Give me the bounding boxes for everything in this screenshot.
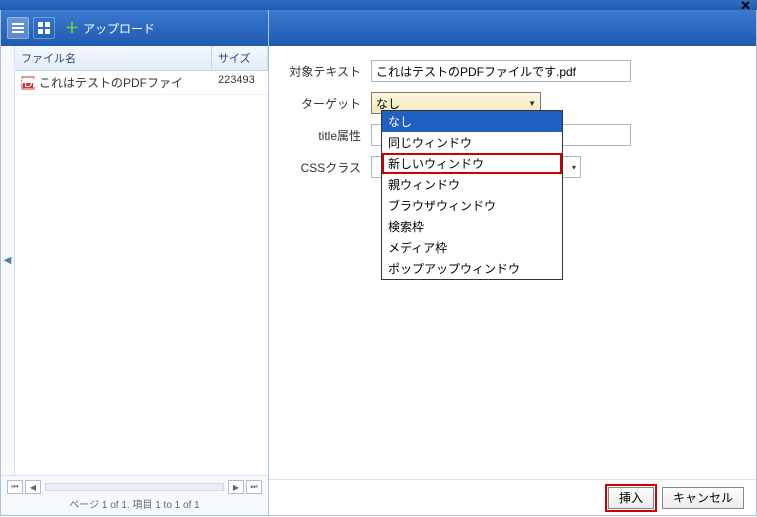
view-grid-button[interactable] bbox=[33, 17, 55, 39]
dropdown-item-search-frame[interactable]: 検索枠 bbox=[382, 216, 562, 237]
right-toolbar bbox=[269, 10, 756, 46]
form-area: 対象テキスト ターゲット なし ▼ title属性 CSSクラス ▾ bbox=[269, 46, 756, 479]
dialog-body: ＋ アップロード ◀ ファイル名 サイズ PDF これはテストのPDFファイ bbox=[0, 10, 757, 516]
pager-next-button[interactable]: ▶ bbox=[228, 480, 244, 494]
pager-prev-button[interactable]: ◀ bbox=[25, 480, 41, 494]
pager-spacer bbox=[45, 483, 224, 491]
label-title-attr: title属性 bbox=[287, 127, 371, 144]
target-combo-value: なし bbox=[376, 95, 400, 112]
view-list-button[interactable] bbox=[7, 17, 29, 39]
pager-first-button[interactable]: ⏮ bbox=[7, 480, 23, 494]
label-target: ターゲット bbox=[287, 95, 371, 112]
left-toolbar: ＋ アップロード bbox=[1, 10, 268, 46]
collapse-toggle[interactable]: ◀ bbox=[1, 46, 15, 475]
pager: ⏮ ◀ ▶ ⏭ ページ 1 of 1. 項目 1 to 1 of 1 bbox=[1, 475, 268, 515]
upload-label: アップロード bbox=[83, 20, 155, 37]
cancel-button[interactable]: キャンセル bbox=[662, 487, 744, 509]
dropdown-item-same-window[interactable]: 同じウィンドウ bbox=[382, 132, 562, 153]
chevron-down-icon: ▾ bbox=[572, 163, 576, 172]
grid-wrap: ◀ ファイル名 サイズ PDF これはテストのPDFファイ 223493 bbox=[1, 46, 268, 475]
header-size[interactable]: サイズ bbox=[212, 46, 268, 70]
dropdown-item-parent-window[interactable]: 親ウィンドウ bbox=[382, 174, 562, 195]
svg-text:PDF: PDF bbox=[21, 76, 35, 90]
pager-nav: ⏮ ◀ ▶ ⏭ bbox=[7, 480, 262, 494]
row-target-text: 対象テキスト bbox=[287, 60, 738, 82]
upload-button[interactable]: ＋ アップロード bbox=[59, 16, 161, 40]
header-filename[interactable]: ファイル名 bbox=[15, 46, 212, 70]
target-text-input[interactable] bbox=[371, 60, 631, 82]
pager-last-button[interactable]: ⏭ bbox=[246, 480, 262, 494]
label-target-text: 対象テキスト bbox=[287, 63, 371, 80]
grid-header: ファイル名 サイズ bbox=[15, 46, 268, 71]
chevron-down-icon: ▼ bbox=[528, 99, 536, 108]
table-row[interactable]: PDF これはテストのPDFファイ 223493 bbox=[15, 71, 268, 95]
dropdown-item-new-window[interactable]: 新しいウィンドウ bbox=[382, 153, 562, 174]
file-size-cell: 223493 bbox=[212, 71, 268, 94]
dropdown-item-popup-window[interactable]: ポップアップウィンドウ bbox=[382, 258, 562, 279]
pager-text: ページ 1 of 1. 項目 1 to 1 of 1 bbox=[69, 496, 199, 511]
dropdown-item-media-frame[interactable]: メディア枠 bbox=[382, 237, 562, 258]
file-name-cell: これはテストのPDFファイ bbox=[39, 74, 183, 91]
close-icon[interactable]: ✕ bbox=[740, 0, 751, 14]
pdf-icon: PDF bbox=[21, 76, 35, 90]
insert-button[interactable]: 挿入 bbox=[608, 487, 654, 509]
left-pane: ＋ アップロード ◀ ファイル名 サイズ PDF これはテストのPDFファイ bbox=[1, 10, 269, 515]
dropdown-item-none[interactable]: なし bbox=[382, 111, 562, 132]
file-grid: ファイル名 サイズ PDF これはテストのPDFファイ 223493 bbox=[15, 46, 268, 475]
footer: 挿入 キャンセル bbox=[269, 479, 756, 515]
label-css-class: CSSクラス bbox=[287, 159, 371, 176]
right-pane: 対象テキスト ターゲット なし ▼ title属性 CSSクラス ▾ bbox=[269, 10, 756, 515]
dropdown-item-browser-window[interactable]: ブラウザウィンドウ bbox=[382, 195, 562, 216]
title-bar: ✕ bbox=[0, 0, 757, 10]
plus-icon: ＋ bbox=[65, 18, 79, 38]
grid-body: PDF これはテストのPDFファイ 223493 bbox=[15, 71, 268, 475]
target-dropdown: なし 同じウィンドウ 新しいウィンドウ 親ウィンドウ ブラウザウィンドウ 検索枠… bbox=[381, 110, 563, 280]
